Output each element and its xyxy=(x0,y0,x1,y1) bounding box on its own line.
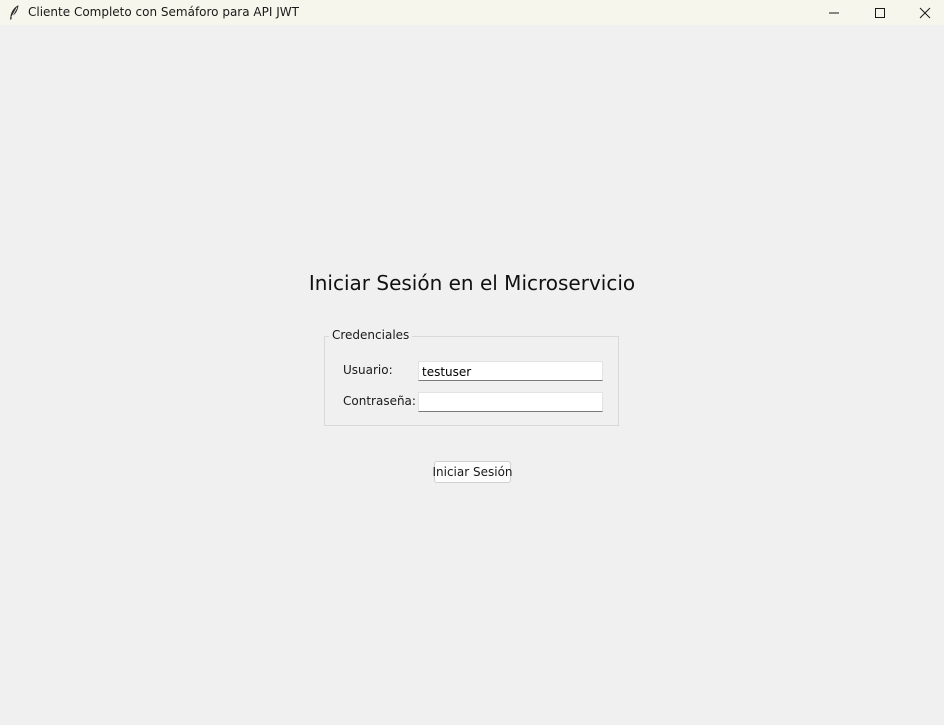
window-title: Cliente Completo con Semáforo para API J… xyxy=(28,5,299,19)
credentials-legend: Credenciales xyxy=(329,328,413,342)
feather-icon xyxy=(7,4,21,21)
close-icon[interactable] xyxy=(902,0,944,25)
minimize-icon[interactable] xyxy=(811,0,857,25)
username-field[interactable] xyxy=(418,361,603,381)
maximize-icon[interactable] xyxy=(857,0,903,25)
credentials-group xyxy=(324,336,619,426)
login-button[interactable]: Iniciar Sesión xyxy=(432,461,513,483)
app-window: Cliente Completo con Semáforo para API J… xyxy=(0,0,944,725)
username-label: Usuario: xyxy=(343,363,393,377)
page-title: Iniciar Sesión en el Microservicio xyxy=(308,271,636,295)
password-field[interactable] xyxy=(418,392,603,412)
title-bar[interactable]: Cliente Completo con Semáforo para API J… xyxy=(0,0,944,25)
password-label: Contraseña: xyxy=(343,394,416,408)
